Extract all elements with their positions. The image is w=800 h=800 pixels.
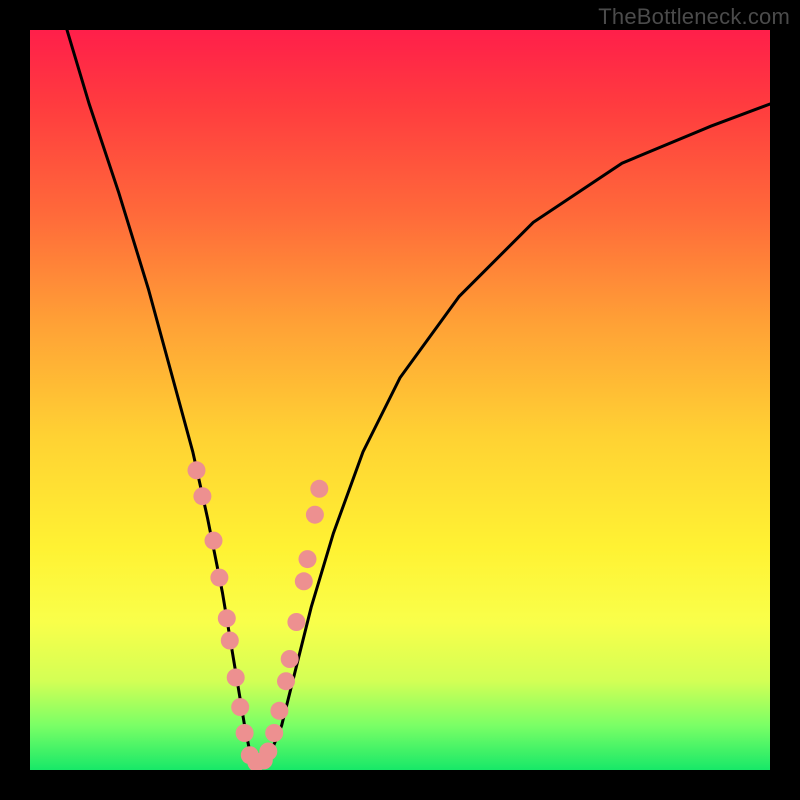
highlight-dot [221, 632, 239, 650]
highlight-dot [310, 480, 328, 498]
curve-svg [30, 30, 770, 770]
highlight-dot [193, 487, 211, 505]
highlight-dot [299, 550, 317, 568]
highlight-dot [270, 702, 288, 720]
highlight-dot [236, 724, 254, 742]
highlight-dot [281, 650, 299, 668]
highlight-dot [231, 698, 249, 716]
chart-frame: TheBottleneck.com [0, 0, 800, 800]
plot-area [30, 30, 770, 770]
highlight-dot [265, 724, 283, 742]
watermark-text: TheBottleneck.com [598, 4, 790, 30]
bottleneck-curve [67, 30, 770, 763]
highlight-dot [205, 532, 223, 550]
highlight-dot [306, 506, 324, 524]
highlight-dot [277, 672, 295, 690]
highlight-dot [227, 669, 245, 687]
marker-group [188, 461, 329, 770]
highlight-dot [188, 461, 206, 479]
highlight-dot [210, 569, 228, 587]
highlight-dot [287, 613, 305, 631]
highlight-dot [218, 609, 236, 627]
highlight-dot [295, 572, 313, 590]
highlight-dot [259, 743, 277, 761]
